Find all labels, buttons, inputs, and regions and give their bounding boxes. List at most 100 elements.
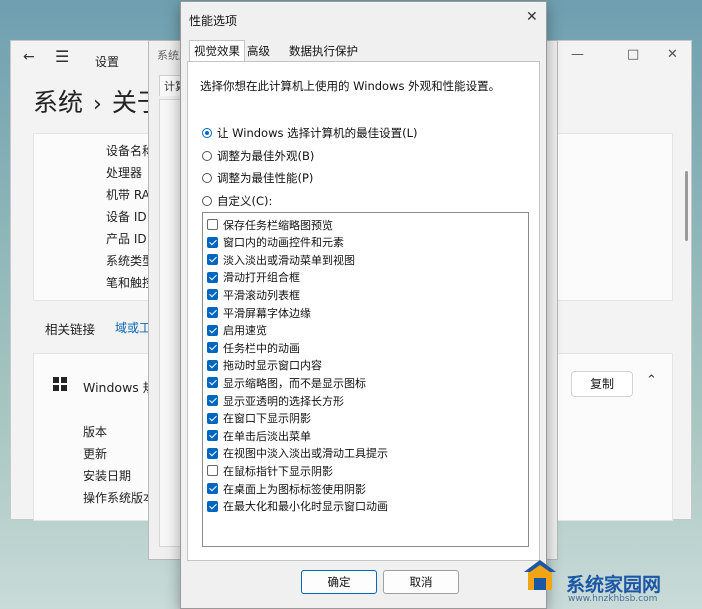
copy-button[interactable]: 复制 [571, 371, 633, 397]
effect-option[interactable]: 窗口内的动画控件和元素 [207, 234, 344, 251]
radio-best-appearance[interactable]: 调整为最佳外观(B) [202, 148, 314, 164]
checkbox[interactable] [207, 412, 218, 424]
watermark-logo-icon [524, 560, 556, 590]
effects-checklist[interactable]: 保存任务栏缩略图预览 窗口内的动画控件和元素 淡入淡出或滑动菜单到视图 滑动打开组合框… [202, 212, 529, 547]
effect-option[interactable]: 滑动打开组合框 [207, 269, 300, 286]
windows-spec-label: 操作系统版本 [83, 491, 156, 505]
performance-options-dialog: 性能选项 ✕ 视觉效果 高级 数据执行保护 选择你想在此计算机上使用的 Wind… [180, 1, 547, 609]
effect-option[interactable]: 在桌面上为图标标签使用阴影 [207, 480, 366, 497]
effect-option-label: 启用速览 [223, 324, 267, 338]
radio-button[interactable] [202, 196, 212, 206]
effect-option[interactable]: 在单击后淡出菜单 [207, 427, 311, 444]
effect-option-label: 淡入淡出或滑动菜单到视图 [223, 253, 355, 267]
effect-option-label: 平滑滚动列表框 [223, 288, 300, 302]
effect-option-label: 在最大化和最小化时显示窗口动画 [223, 500, 388, 514]
hamburger-menu-icon[interactable]: ☰ [55, 47, 69, 66]
checkbox[interactable] [207, 359, 218, 371]
spec-label: 设备 ID [106, 210, 147, 224]
effect-option-label: 拖动时显示窗口内容 [223, 359, 322, 373]
tab-visual-effects[interactable]: 视觉效果 [189, 40, 245, 62]
effect-option[interactable]: 拖动时显示窗口内容 [207, 357, 322, 374]
effect-option[interactable]: 在窗口下显示阴影 [207, 410, 311, 427]
checkbox[interactable] [207, 500, 218, 512]
radio-let-windows-choose[interactable]: 让 Windows 选择计算机的最佳设置(L) [202, 125, 418, 141]
ok-button[interactable]: 确定 [301, 570, 377, 594]
chevron-right-icon: › [93, 92, 102, 117]
effect-option-label: 窗口内的动画控件和元素 [223, 236, 344, 250]
effect-option-label: 显示亚透明的选择长方形 [223, 394, 344, 408]
checkbox[interactable] [207, 447, 218, 459]
tab-dep[interactable]: 数据执行保护 [285, 41, 362, 61]
breadcrumb-system[interactable]: 系统 [33, 88, 83, 117]
checkbox[interactable] [207, 289, 218, 301]
effect-option[interactable]: 淡入淡出或滑动菜单到视图 [207, 251, 355, 268]
close-icon[interactable]: ✕ [526, 9, 538, 25]
checkbox[interactable] [207, 219, 218, 230]
spec-label: 笔和触控 [106, 276, 155, 290]
panel-description: 选择你想在此计算机上使用的 Windows 外观和性能设置。 [200, 79, 501, 93]
radio-custom[interactable]: 自定义(C): [202, 193, 272, 209]
settings-scrollbar[interactable] [685, 171, 688, 241]
checkbox[interactable] [207, 483, 218, 494]
settings-app-title: 设置 [95, 55, 120, 69]
spec-label: 处理器 [106, 166, 143, 180]
spec-label: 产品 ID [106, 232, 147, 246]
radio-label: 自定义(C): [217, 194, 273, 208]
effect-option-label: 显示缩略图，而不是显示图标 [223, 376, 366, 390]
minimize-icon[interactable]: — [571, 47, 584, 62]
checkbox[interactable] [207, 307, 218, 318]
effect-option[interactable]: 平滑滚动列表框 [207, 286, 300, 303]
checkbox[interactable] [207, 430, 218, 442]
checkbox[interactable] [207, 342, 218, 354]
radio-label: 让 Windows 选择计算机的最佳设置(L) [217, 126, 418, 140]
effect-option[interactable]: 显示亚透明的选择长方形 [207, 392, 344, 409]
effect-option[interactable]: 保存任务栏缩略图预览 [207, 216, 333, 233]
radio-label: 调整为最佳外观(B) [217, 149, 315, 163]
effect-option-label: 在桌面上为图标标签使用阴影 [223, 482, 366, 496]
effect-option[interactable]: 在视图中淡入淡出或滑动工具提示 [207, 445, 388, 462]
checkbox[interactable] [207, 271, 218, 283]
watermark-url: www.hnzkhbsb.com [568, 594, 658, 604]
visual-effects-panel: 选择你想在此计算机上使用的 Windows 外观和性能设置。 让 Windows… [187, 61, 540, 561]
effect-option-label: 平滑屏幕字体边缘 [223, 306, 311, 320]
effect-option[interactable]: 显示缩略图，而不是显示图标 [207, 374, 366, 391]
effect-option[interactable]: 任务栏中的动画 [207, 339, 300, 356]
related-links-label: 相关链接 [45, 322, 96, 337]
breadcrumb: 系统 › 关于 [33, 83, 162, 119]
tab-advanced[interactable]: 高级 [243, 41, 274, 61]
dialog-title: 性能选项 [189, 14, 238, 28]
chevron-up-icon[interactable]: ⌃ [646, 373, 657, 388]
effect-option-label: 在视图中淡入淡出或滑动工具提示 [223, 447, 388, 461]
effect-option-label: 保存任务栏缩略图预览 [223, 218, 333, 232]
windows-logo-icon [53, 377, 67, 391]
effect-option[interactable]: 在鼠标指针下显示阴影 [207, 462, 333, 479]
radio-button[interactable] [202, 128, 212, 138]
checkbox[interactable] [207, 324, 218, 336]
effect-option[interactable]: 在最大化和最小化时显示窗口动画 [207, 498, 388, 515]
radio-label: 调整为最佳性能(P) [217, 171, 314, 185]
effect-option[interactable]: 启用速览 [207, 322, 267, 339]
effect-option[interactable]: 平滑屏幕字体边缘 [207, 304, 311, 321]
checkbox[interactable] [207, 377, 218, 389]
checkbox[interactable] [207, 395, 218, 406]
windows-spec-label: 安装日期 [83, 469, 132, 483]
maximize-icon[interactable]: □ [627, 47, 639, 62]
radio-best-performance[interactable]: 调整为最佳性能(P) [202, 170, 313, 186]
checkbox[interactable] [207, 236, 218, 248]
effect-option-label: 在鼠标指针下显示阴影 [223, 464, 333, 478]
effect-option-label: 任务栏中的动画 [223, 341, 300, 355]
effect-option-label: 滑动打开组合框 [223, 271, 300, 285]
cancel-button[interactable]: 取消 [383, 570, 459, 594]
back-arrow-icon[interactable]: ← [23, 49, 35, 65]
windows-spec-label: 更新 [83, 447, 108, 461]
checkbox[interactable] [207, 254, 218, 266]
radio-button[interactable] [202, 173, 212, 183]
checkbox[interactable] [207, 465, 218, 477]
effect-option-label: 在单击后淡出菜单 [223, 429, 311, 443]
close-icon[interactable]: ✕ [667, 47, 678, 62]
spec-label: 设备名称 [106, 144, 155, 158]
effect-option-label: 在窗口下显示阴影 [223, 412, 311, 426]
radio-button[interactable] [202, 151, 212, 161]
watermark-site-name: 系统家园网 [566, 574, 662, 596]
windows-spec-label: 版本 [83, 425, 108, 439]
